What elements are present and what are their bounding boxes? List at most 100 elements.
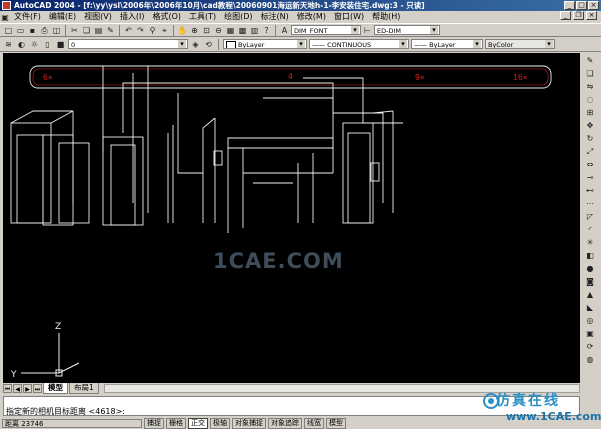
grid-toggle[interactable]: 栅格 xyxy=(166,418,186,429)
trim-icon[interactable]: ⊸ xyxy=(584,171,596,183)
menu-view[interactable]: 视图(V) xyxy=(80,11,116,23)
standard-toolbar: □ ▭ ▪ ⎙ ◫ ✂ ❏ ▤ ✎ ↶ ↷ ⚲ ⌖ ✋ ⊕ ⊡ ⊖ ▦ ▩ ▥ … xyxy=(0,23,601,37)
plotstyle-combo[interactable]: ByColor xyxy=(485,39,555,49)
rotate-icon[interactable]: ↻ xyxy=(584,132,596,144)
separator xyxy=(218,38,219,50)
tab-first-icon[interactable]: ⏮ xyxy=(3,384,12,393)
command-prompt: 指定新的相机目标距离 <4618>: xyxy=(6,407,126,416)
polar-toggle[interactable]: 极轴 xyxy=(210,418,230,429)
menu-edit[interactable]: 编辑(E) xyxy=(45,11,80,23)
zoom-window-icon[interactable]: ⊡ xyxy=(201,25,212,36)
drawing-canvas[interactable]: 6× 4 9× 16× Z Y 1CAE.COM xyxy=(3,53,580,383)
properties-icon[interactable]: ▦ xyxy=(225,25,236,36)
freeze-icon[interactable]: ☼ xyxy=(29,39,40,50)
separator xyxy=(119,24,120,36)
layer-previous-icon[interactable]: ⟲ xyxy=(203,39,214,50)
text-style-icon[interactable]: A xyxy=(279,25,290,36)
menu-tools[interactable]: 工具(T) xyxy=(185,11,220,23)
menu-window[interactable]: 窗口(W) xyxy=(330,11,368,23)
scale-icon[interactable]: ⤢ xyxy=(584,145,596,157)
mirror-icon[interactable]: ⇋ xyxy=(584,80,596,92)
dim-style-icon[interactable]: ⊢ xyxy=(362,25,373,36)
torus-icon[interactable]: ◎ xyxy=(584,314,596,326)
help-icon[interactable]: ? xyxy=(261,25,272,36)
zoom-previous-icon[interactable]: ⊖ xyxy=(213,25,224,36)
array-icon[interactable]: ⊞ xyxy=(584,106,596,118)
ucs-icon[interactable]: ⌖ xyxy=(159,25,170,36)
erase-icon[interactable]: ✎ xyxy=(584,54,596,66)
lock-icon[interactable]: ▯ xyxy=(42,39,53,50)
save-icon[interactable]: ▪ xyxy=(27,25,38,36)
offset-icon[interactable]: ◌ xyxy=(584,93,596,105)
orbit-icon[interactable]: ◍ xyxy=(584,353,596,365)
undo-icon[interactable]: ↶ xyxy=(123,25,134,36)
tab-layout1[interactable]: 布局1 xyxy=(69,383,99,394)
maximize-button[interactable]: □ xyxy=(576,1,587,10)
extrude-icon[interactable]: ▣ xyxy=(584,327,596,339)
preview-icon[interactable]: ◫ xyxy=(51,25,62,36)
doc-close-button[interactable]: × xyxy=(586,11,597,20)
redo-icon[interactable]: ↷ xyxy=(135,25,146,36)
match-properties-icon[interactable]: ✎ xyxy=(105,25,116,36)
snap-toggle[interactable]: 捕捉 xyxy=(144,418,164,429)
model-toggle[interactable]: 模型 xyxy=(326,418,346,429)
tab-next-icon[interactable]: ▶ xyxy=(23,384,32,393)
box-icon[interactable]: ◧ xyxy=(584,249,596,261)
color-combo[interactable]: ByLayer xyxy=(223,39,307,49)
menu-modify[interactable]: 修改(M) xyxy=(293,11,330,23)
cut-icon[interactable]: ✂ xyxy=(69,25,80,36)
close-button[interactable]: × xyxy=(588,1,599,10)
tool-palettes-icon[interactable]: ▥ xyxy=(249,25,260,36)
break-icon[interactable]: ⋯ xyxy=(584,197,596,209)
cone-icon[interactable]: ▲ xyxy=(584,288,596,300)
ortho-toggle[interactable]: 正交 xyxy=(188,418,208,429)
lineweight-combo[interactable]: —— ByLayer xyxy=(411,39,483,49)
pan-icon[interactable]: ✋ xyxy=(177,25,188,36)
doc-minimize-button[interactable]: _ xyxy=(560,11,571,20)
copy-object-icon[interactable]: ❏ xyxy=(584,67,596,79)
autocad-app-icon[interactable] xyxy=(2,1,11,10)
tab-last-icon[interactable]: ⏭ xyxy=(33,384,42,393)
menu-file[interactable]: 文件(F) xyxy=(10,11,45,23)
explode-icon[interactable]: ✳ xyxy=(584,236,596,248)
otrack-toggle[interactable]: 对象追踪 xyxy=(268,418,302,429)
ucs-y-label: Y xyxy=(10,370,17,380)
linetype-combo[interactable]: —— CONTINUOUS xyxy=(309,39,409,49)
layer-state-icon[interactable]: ◐ xyxy=(16,39,27,50)
lineweight-toggle[interactable]: 线宽 xyxy=(304,418,324,429)
tab-prev-icon[interactable]: ◀ xyxy=(13,384,22,393)
sphere-icon[interactable]: ● xyxy=(584,262,596,274)
zoom-realtime-icon[interactable]: ⊕ xyxy=(189,25,200,36)
open-icon[interactable]: ▭ xyxy=(15,25,26,36)
tab-model[interactable]: 模型 xyxy=(43,383,68,394)
minimize-button[interactable]: _ xyxy=(564,1,575,10)
dim-style-combo[interactable]: ED-DIM xyxy=(374,25,440,35)
chamfer-icon[interactable]: ◸ xyxy=(584,210,596,222)
make-current-icon[interactable]: ◈ xyxy=(190,39,201,50)
menu-help[interactable]: 帮助(H) xyxy=(368,11,404,23)
copy-icon[interactable]: ❏ xyxy=(81,25,92,36)
layer-combo[interactable]: 0 xyxy=(68,39,188,49)
layer-manager-icon[interactable]: ≋ xyxy=(3,39,14,50)
text-style-combo[interactable]: DIM_FONT xyxy=(291,25,361,35)
menu-insert[interactable]: 插入(I) xyxy=(116,11,149,23)
fillet-icon[interactable]: ◜ xyxy=(584,223,596,235)
new-icon[interactable]: □ xyxy=(3,25,14,36)
layer-color-icon[interactable]: ■ xyxy=(55,39,66,50)
revolve-icon[interactable]: ⟳ xyxy=(584,340,596,352)
move-icon[interactable]: ✥ xyxy=(584,119,596,131)
osnap-toggle[interactable]: 对象捕捉 xyxy=(232,418,266,429)
extend-icon[interactable]: ⊷ xyxy=(584,184,596,196)
hyperlink-icon[interactable]: ⚲ xyxy=(147,25,158,36)
stretch-icon[interactable]: ⇔ xyxy=(584,158,596,170)
paste-icon[interactable]: ▤ xyxy=(93,25,104,36)
print-icon[interactable]: ⎙ xyxy=(39,25,50,36)
menu-format[interactable]: 格式(O) xyxy=(148,11,185,23)
wedge-icon[interactable]: ◣ xyxy=(584,301,596,313)
design-center-icon[interactable]: ▩ xyxy=(237,25,248,36)
cylinder-icon[interactable]: ◙ xyxy=(584,275,596,287)
menu-dimension[interactable]: 标注(N) xyxy=(257,11,293,23)
menu-draw[interactable]: 绘图(D) xyxy=(220,11,256,23)
document-icon[interactable]: ▣ xyxy=(0,12,10,23)
doc-restore-button[interactable]: ❐ xyxy=(573,11,584,20)
